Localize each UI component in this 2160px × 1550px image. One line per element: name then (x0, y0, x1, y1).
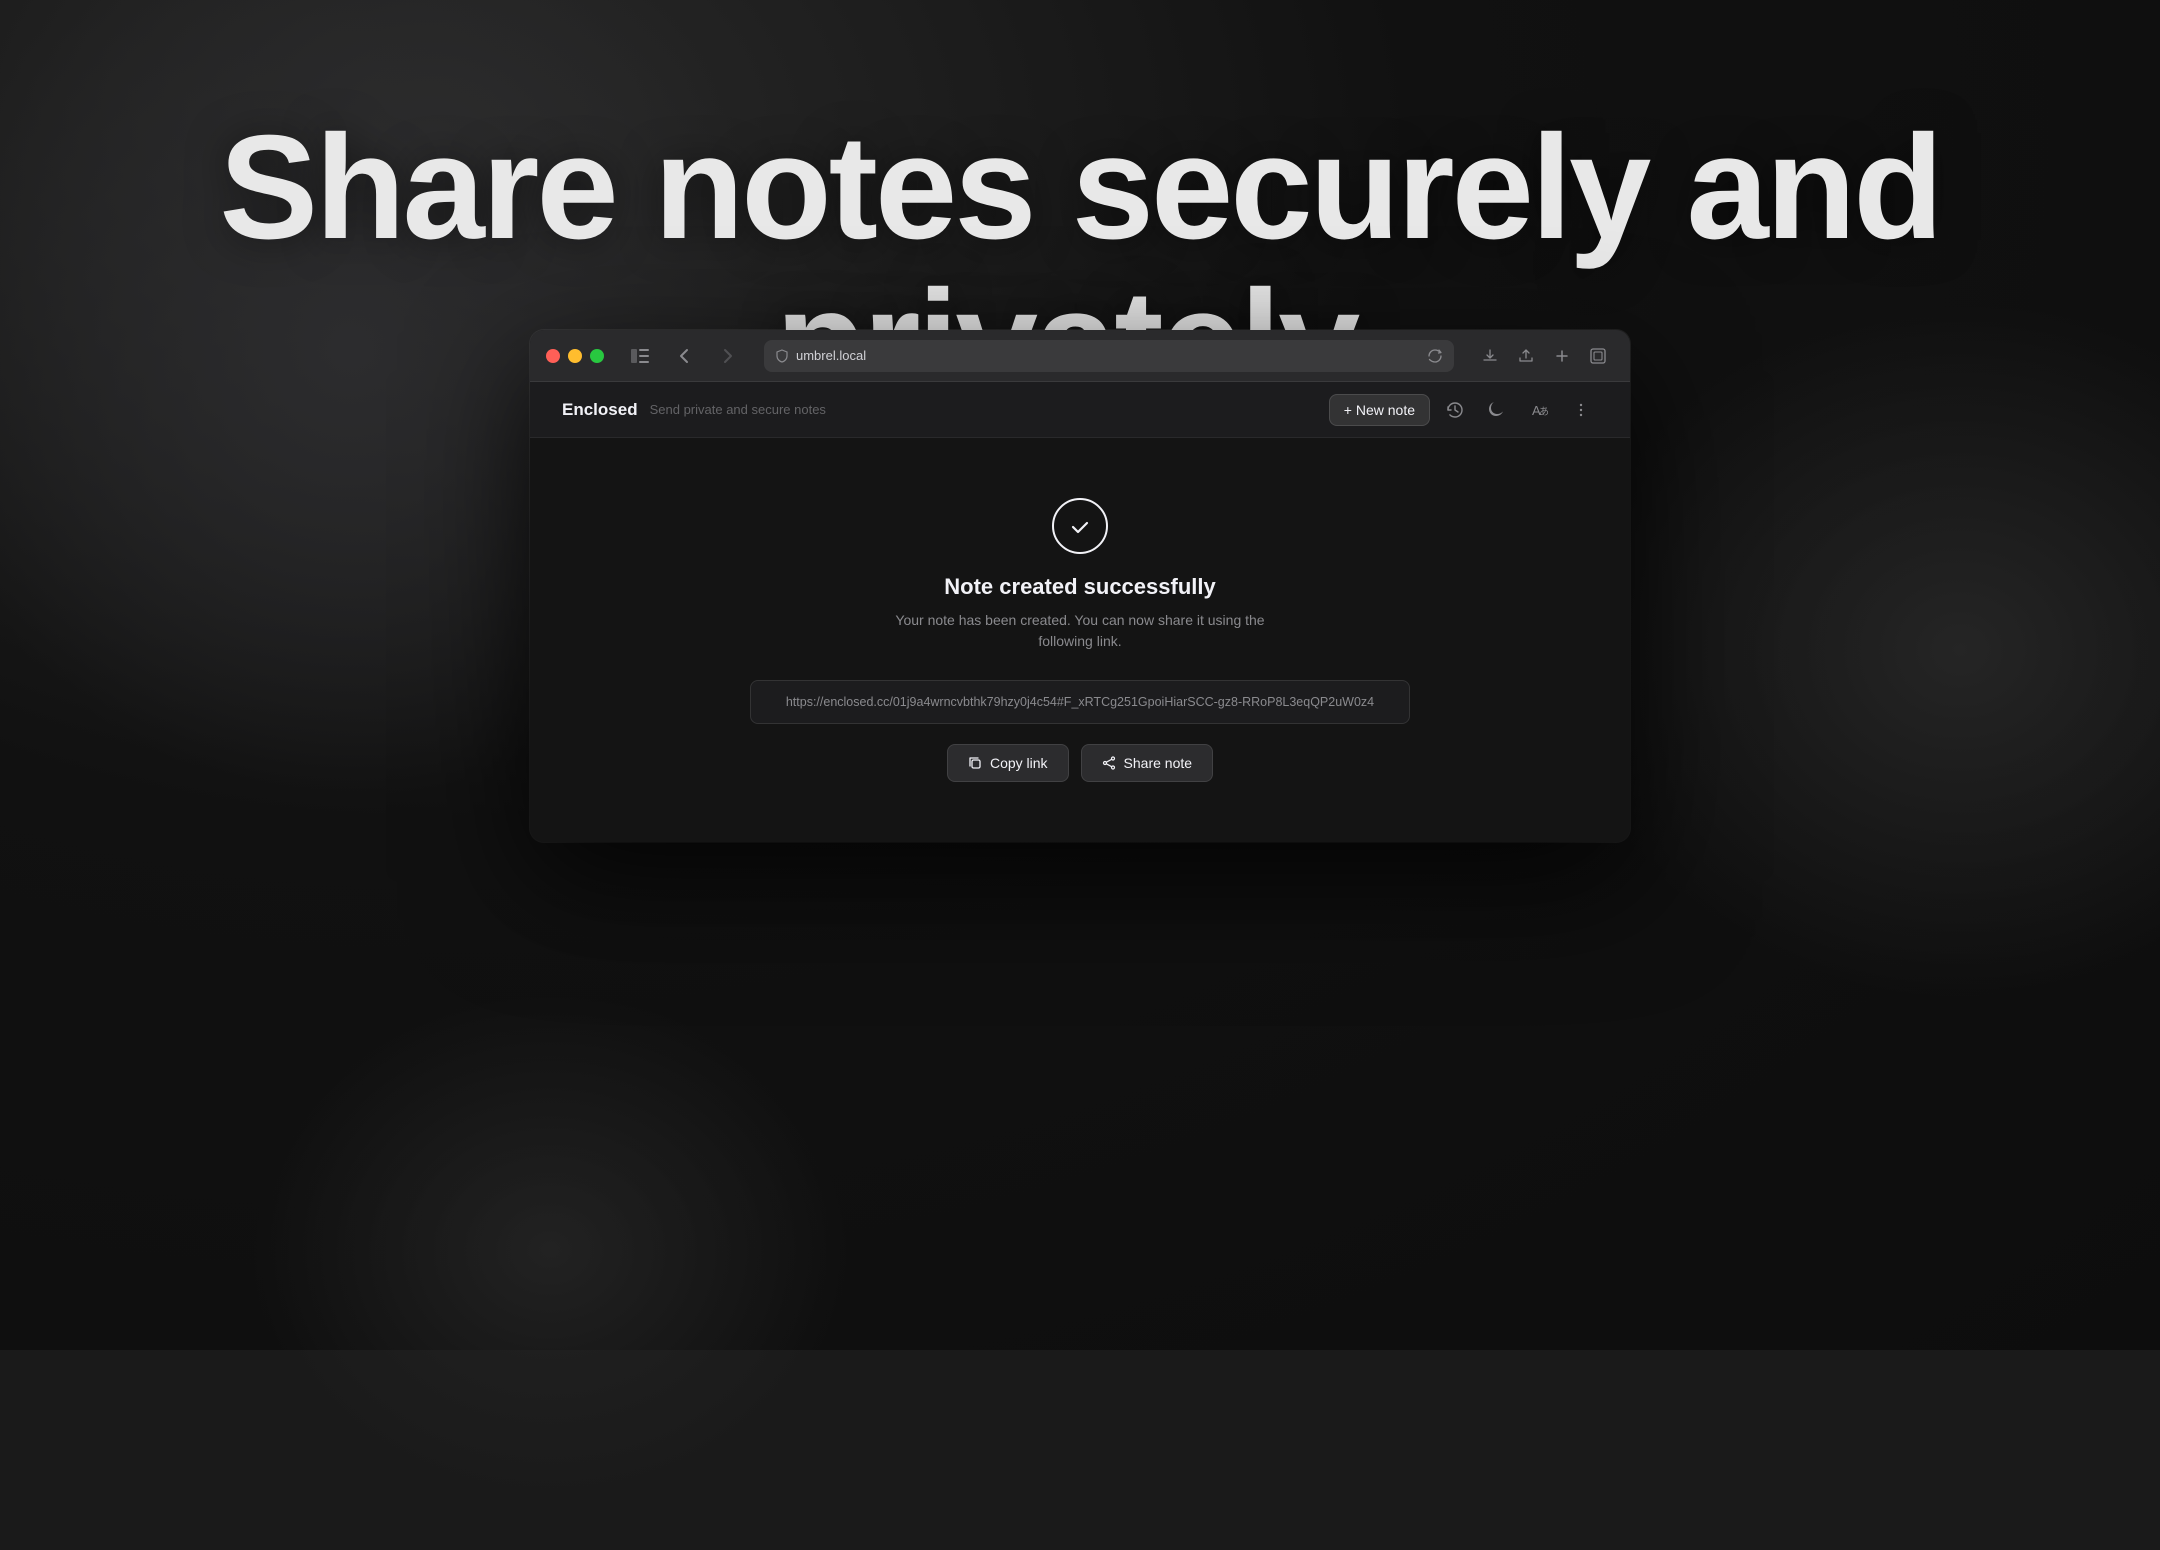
success-description: Your note has been created. You can now … (895, 610, 1264, 652)
success-icon (1052, 498, 1108, 554)
share-icon (1102, 756, 1116, 770)
copy-icon (968, 756, 982, 770)
success-title: Note created successfully (944, 574, 1215, 600)
link-box: https://enclosed.cc/01j9a4wrncvbthk79hzy… (750, 680, 1410, 724)
history-icon-button[interactable] (1438, 393, 1472, 427)
traffic-light-red[interactable] (546, 349, 560, 363)
traffic-light-yellow[interactable] (568, 349, 582, 363)
refresh-icon[interactable] (1428, 348, 1442, 364)
share-link-text: https://enclosed.cc/01j9a4wrncvbthk79hzy… (771, 695, 1389, 709)
download-button[interactable] (1474, 340, 1506, 372)
checkmark-icon (1068, 512, 1092, 540)
app-content: Note created successfully Your note has … (530, 438, 1630, 842)
back-button[interactable] (668, 340, 700, 372)
share-button[interactable] (1510, 340, 1542, 372)
new-note-button[interactable]: + New note (1329, 394, 1430, 426)
translate-icon-button[interactable]: A あ (1522, 393, 1556, 427)
svg-text:あ: あ (1539, 406, 1548, 418)
sidebar-toggle-button[interactable] (624, 340, 656, 372)
shield-icon (776, 348, 788, 363)
traffic-lights (546, 349, 604, 363)
app-brand: Enclosed Send private and secure notes (562, 400, 826, 420)
app-header: Enclosed Send private and secure notes +… (530, 382, 1630, 438)
app-tagline: Send private and secure notes (650, 402, 826, 417)
address-bar[interactable]: umbrel.local (764, 340, 1454, 372)
browser-window: umbrel.local (530, 330, 1630, 842)
browser-actions (1474, 340, 1614, 372)
action-buttons: Copy link Share note (947, 744, 1213, 782)
bg-orb-3 (200, 950, 900, 1550)
url-text: umbrel.local (796, 348, 866, 363)
new-tab-button[interactable] (1546, 340, 1578, 372)
forward-button[interactable] (712, 340, 744, 372)
app-name: Enclosed (562, 400, 638, 420)
tabs-overview-button[interactable] (1582, 340, 1614, 372)
copy-link-button[interactable]: Copy link (947, 744, 1069, 782)
traffic-light-green[interactable] (590, 349, 604, 363)
app-actions: + New note A あ (1329, 393, 1598, 427)
more-options-button[interactable] (1564, 393, 1598, 427)
dark-mode-icon-button[interactable] (1480, 393, 1514, 427)
browser-chrome: umbrel.local (530, 330, 1630, 382)
share-note-button[interactable]: Share note (1081, 744, 1214, 782)
